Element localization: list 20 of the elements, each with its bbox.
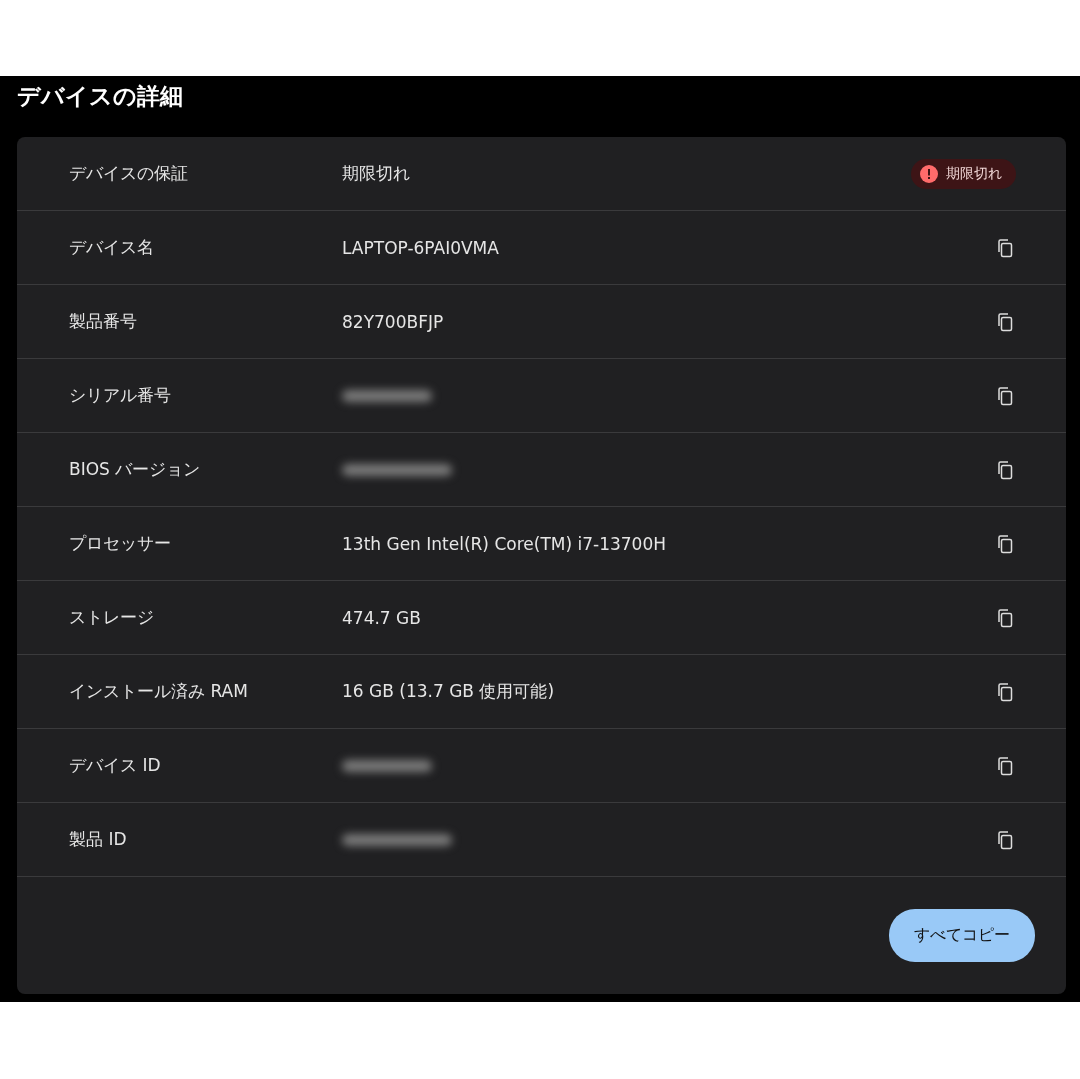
badge-text: 期限切れ — [946, 164, 1002, 183]
page-title: デバイスの詳細 — [17, 82, 183, 111]
row-label: インストール済み RAM — [69, 680, 249, 703]
row-label: BIOS バージョン — [69, 458, 202, 481]
row-value: 82Y700BFJP — [342, 311, 445, 332]
copy-all-button[interactable]: すべてコピー — [889, 909, 1035, 962]
row-label: デバイス名 — [69, 236, 155, 259]
row-label: 製品 ID — [69, 828, 128, 851]
row-label: プロセッサー — [69, 532, 172, 555]
row-value: LAPTOP-6PAI0VMA — [342, 237, 500, 258]
row-value: 期限切れ — [342, 162, 411, 185]
error-icon — [920, 164, 938, 183]
row-value: 16 GB (13.7 GB 使用可能) — [342, 680, 556, 703]
row-value: 13th Gen Intel(R) Core(TM) i7-13700H — [342, 533, 667, 554]
row-value: 474.7 GB — [342, 607, 422, 628]
row-label: ストレージ — [69, 606, 155, 629]
row-label: シリアル番号 — [69, 384, 172, 407]
row-label: デバイス ID — [69, 754, 162, 777]
row-label: デバイスの保証 — [69, 162, 189, 185]
row-label: 製品番号 — [69, 310, 138, 333]
